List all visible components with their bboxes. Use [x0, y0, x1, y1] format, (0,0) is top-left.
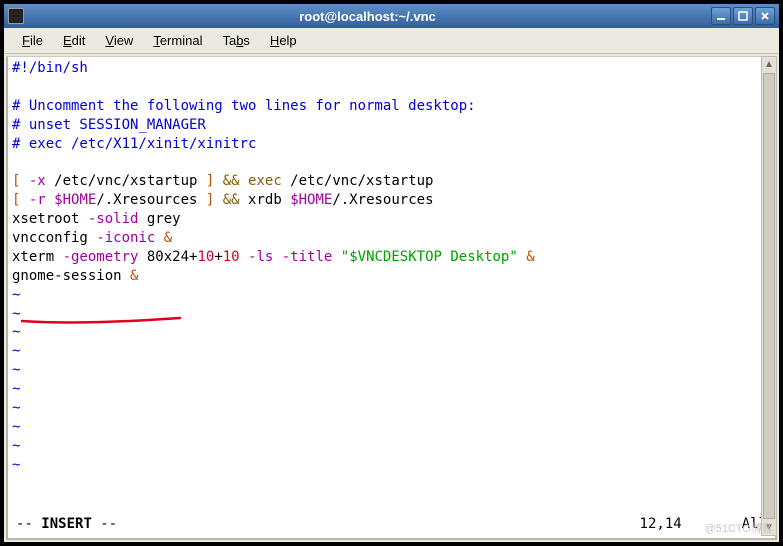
status-mode: -- INSERT -- [16, 515, 117, 534]
watermark: @51CTO博客 [705, 520, 773, 536]
scroll-up-icon[interactable]: ▲ [762, 57, 776, 72]
eof-tilde: ~ [12, 287, 20, 303]
menubar: File Edit View Terminal Tabs Help [4, 28, 779, 54]
menu-view[interactable]: View [95, 31, 143, 50]
menu-help[interactable]: Help [260, 31, 307, 50]
eof-tilde: ~ [12, 324, 20, 340]
scrollbar-thumb[interactable] [763, 73, 775, 519]
scrollbar[interactable]: ▲ ▼ [761, 56, 777, 536]
eof-tilde: ~ [12, 457, 20, 473]
editor-content[interactable]: #!/bin/sh # Uncomment the following two … [12, 59, 771, 515]
code-comment: # Uncomment the following two lines for … [12, 98, 476, 114]
minimize-button[interactable] [711, 7, 731, 25]
eof-tilde: ~ [12, 306, 20, 322]
window-title: root@localhost:~/.vnc [24, 9, 711, 24]
code-comment: # unset SESSION_MANAGER [12, 117, 206, 133]
menu-tabs[interactable]: Tabs [212, 31, 259, 50]
status-cursor-pos: 12,14 [640, 515, 682, 534]
terminal-app-icon [8, 8, 24, 24]
terminal-viewport[interactable]: #!/bin/sh # Uncomment the following two … [6, 56, 777, 540]
eof-tilde: ~ [12, 400, 20, 416]
eof-tilde: ~ [12, 419, 20, 435]
code-comment: # exec /etc/X11/xinit/xinitrc [12, 136, 256, 152]
titlebar: root@localhost:~/.vnc [4, 4, 779, 28]
menu-file[interactable]: File [12, 31, 53, 50]
eof-tilde: ~ [12, 438, 20, 454]
close-button[interactable] [755, 7, 775, 25]
eof-tilde: ~ [12, 381, 20, 397]
vim-status-line: -- INSERT -- 12,14 All [12, 515, 771, 536]
menu-edit[interactable]: Edit [53, 31, 95, 50]
menu-terminal[interactable]: Terminal [143, 31, 212, 50]
maximize-button[interactable] [733, 7, 753, 25]
code-shebang: #!/bin/sh [12, 60, 88, 76]
terminal-window: root@localhost:~/.vnc File Edit View Ter… [4, 4, 779, 542]
eof-tilde: ~ [12, 362, 20, 378]
eof-tilde: ~ [12, 343, 20, 359]
